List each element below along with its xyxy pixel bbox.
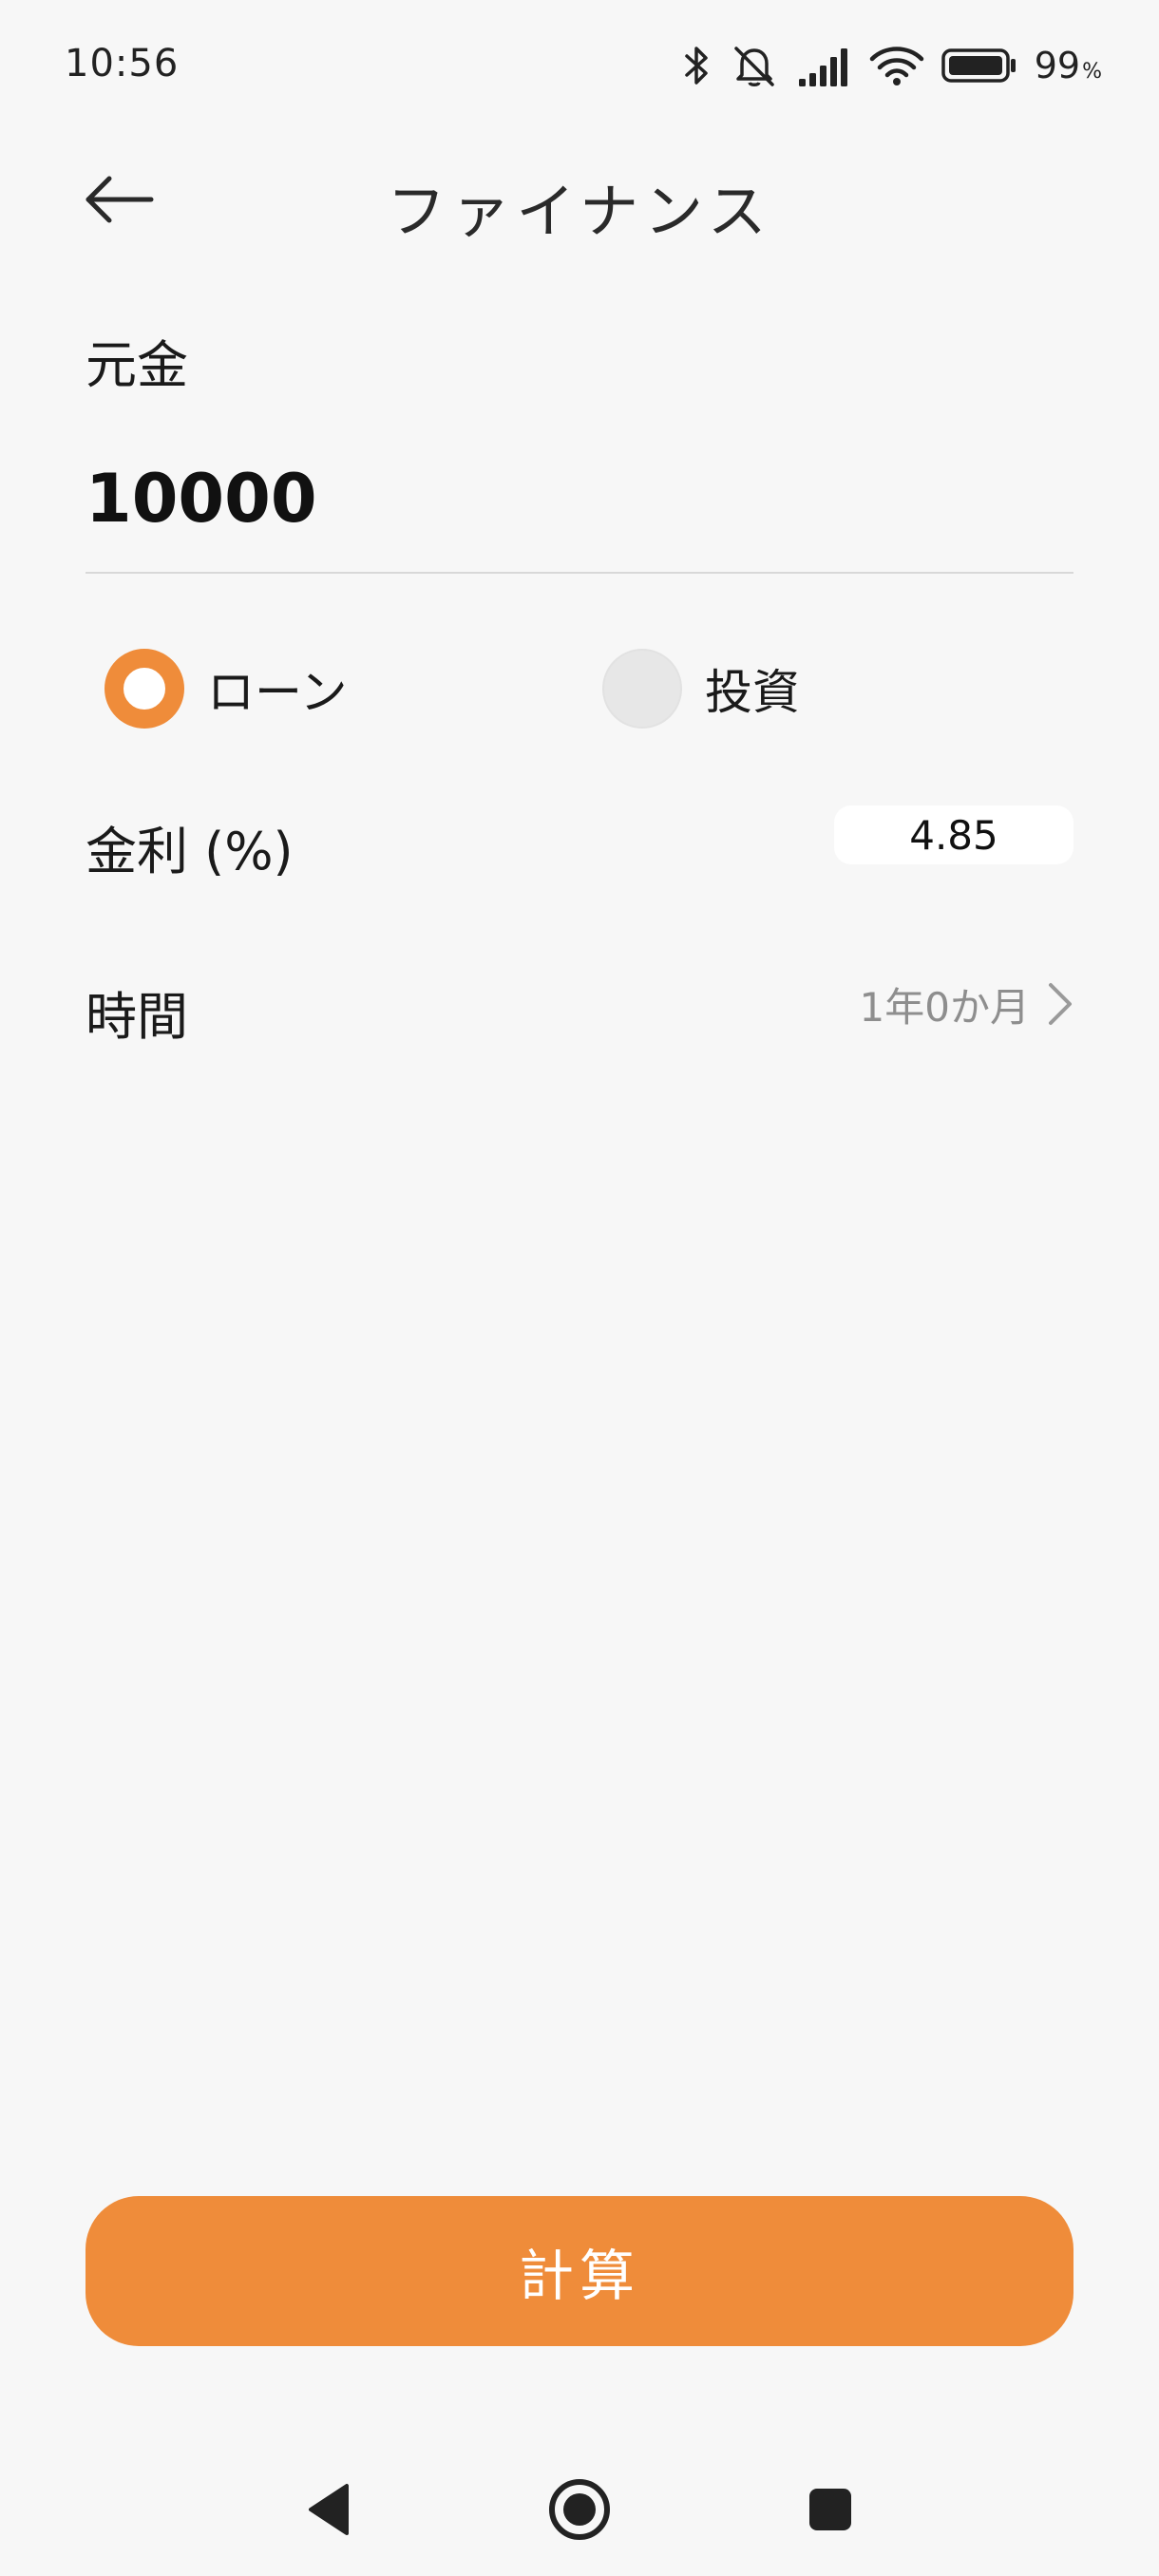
home-circle-icon [549, 2479, 610, 2540]
duration-value: 1年0か月 [859, 983, 1030, 1031]
principal-divider [86, 572, 1074, 574]
nav-back-button[interactable] [291, 2472, 367, 2548]
radio-investment[interactable]: 投資 [602, 646, 800, 731]
interest-rate-input[interactable] [834, 805, 1074, 864]
battery-percentage: 99 % [1035, 45, 1102, 86]
radio-loan-indicator [104, 649, 184, 729]
battery-unit: % [1082, 60, 1102, 84]
battery-value: 99 [1034, 45, 1081, 86]
duration-label: 時間 [86, 987, 188, 1047]
chevron-right-icon [1049, 983, 1072, 1025]
radio-loan[interactable]: ローン [104, 646, 348, 731]
principal-label: 元金 [86, 335, 188, 395]
nav-home-button[interactable] [542, 2472, 618, 2548]
system-nav-bar [0, 2432, 1159, 2576]
radio-loan-label: ローン [207, 665, 348, 720]
status-bar: 10:56 99 % [0, 0, 1159, 133]
bluetooth-icon [683, 43, 712, 88]
interest-rate-label: 金利 (%) [86, 822, 294, 881]
finance-screen: 10:56 99 % ファイナンス 元金 10000 ローン 投資 金利 (%)… [0, 0, 1159, 2576]
square-recents-icon [809, 2489, 851, 2530]
muted-bell-icon [729, 43, 780, 88]
calculate-button[interactable]: 計算 [86, 2196, 1074, 2346]
app-bar: ファイナンス [0, 142, 1159, 256]
status-time: 10:56 [65, 42, 180, 85]
page-title: ファイナンス [387, 177, 772, 246]
principal-input[interactable] [86, 446, 1074, 551]
duration-selector[interactable]: 1年0か月 [860, 971, 1074, 1037]
wifi-icon [869, 44, 924, 87]
battery-icon [940, 47, 1017, 85]
status-icons: 99 % [683, 40, 1102, 91]
signal-icon [797, 45, 852, 86]
nav-recents-button[interactable] [792, 2472, 868, 2548]
radio-investment-indicator [602, 649, 682, 729]
radio-investment-label: 投資 [705, 665, 800, 720]
triangle-back-icon [309, 2484, 349, 2535]
